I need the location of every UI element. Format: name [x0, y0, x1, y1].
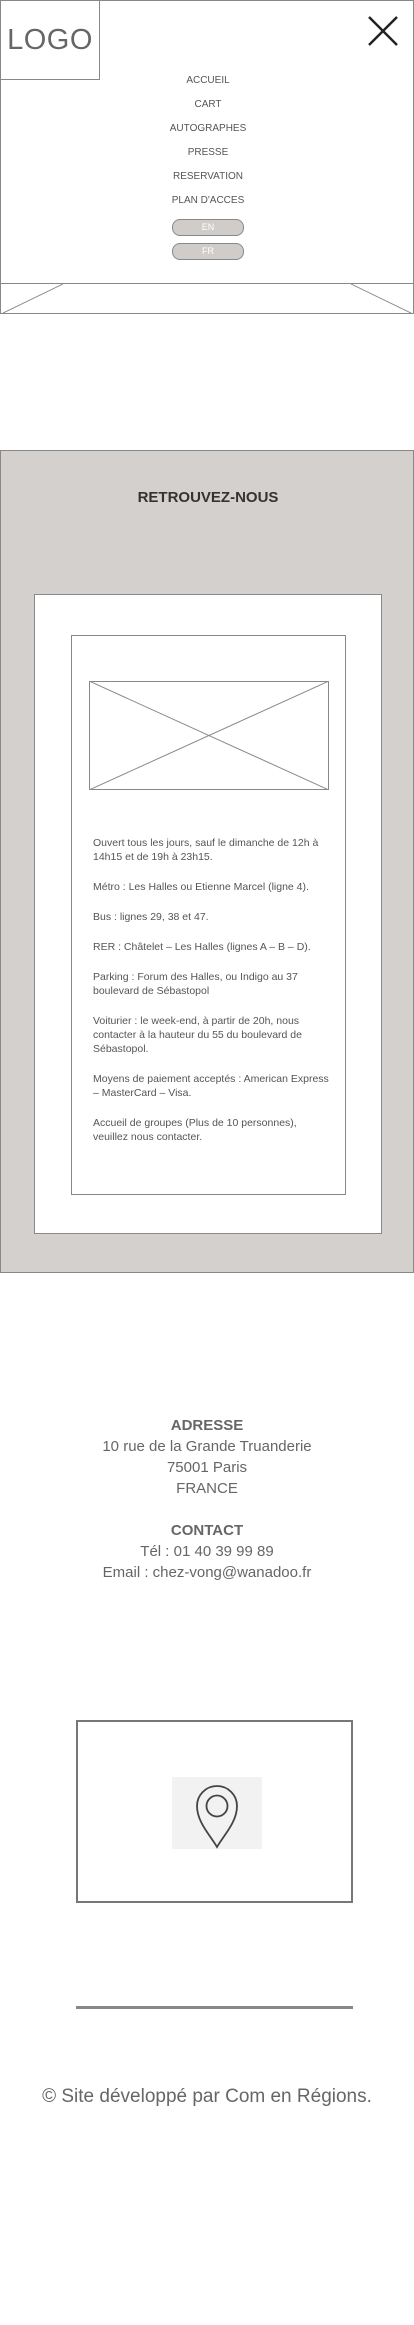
nav-item-presse[interactable]: PRESSE: [188, 143, 229, 167]
footer-divider: [76, 2006, 353, 2009]
address-line-city: 75001 Paris: [166, 1459, 248, 1476]
info-card: Ouvert tous les jours, sauf le dimanche …: [71, 635, 346, 1195]
contact-email[interactable]: Email : chez-vong@wanadoo.fr: [0, 1562, 414, 1583]
image-placeholder: [89, 681, 329, 790]
info-card-outer: Ouvert tous les jours, sauf le dimanche …: [34, 594, 382, 1234]
info-hours: Ouvert tous les jours, sauf le dimanche …: [93, 837, 319, 863]
nav-item-cart[interactable]: CART: [194, 95, 221, 119]
nav-item-plan-acces[interactable]: PLAN D'ACCES: [172, 191, 245, 215]
address-heading: ADRESSE: [170, 1417, 244, 1434]
section-title: RETROUVEZ-NOUS: [137, 489, 279, 506]
address-line-street: 10 rue de la Grande Truanderie: [102, 1438, 312, 1455]
info-groups: Accueil de groupes (Plus de 10 personnes…: [93, 1117, 297, 1143]
info-rer: RER : Châtelet – Les Halles (lignes A – …: [93, 941, 311, 953]
lang-button-en[interactable]: EN: [172, 219, 244, 236]
logo[interactable]: LOGO: [1, 1, 100, 80]
info-metro: Métro : Les Halles ou Etienne Marcel (li…: [93, 881, 309, 893]
copyright-text: © Site développé par Com en Régions.: [42, 2086, 372, 2107]
nav-item-autographes[interactable]: AUTOGRAPHES: [170, 119, 247, 143]
address-line-country: FRANCE: [176, 1480, 238, 1497]
close-icon[interactable]: [367, 15, 399, 47]
lang-button-fr[interactable]: FR: [172, 243, 244, 260]
main-nav: ACCUEIL CART AUTOGRAPHES PRESSE RESERVAT…: [1, 71, 414, 260]
info-parking: Parking : Forum des Halles, ou Indigo au…: [93, 971, 298, 997]
nav-item-reservation[interactable]: RESERVATION: [173, 167, 243, 191]
logo-text: LOGO: [7, 23, 93, 56]
location-pin-icon: [172, 1777, 262, 1849]
map-placeholder[interactable]: [76, 1720, 353, 1903]
info-valet: Voiturier : le week-end, à partir de 20h…: [93, 1015, 302, 1055]
info-list: Ouvert tous les jours, sauf le dimanche …: [93, 836, 329, 1160]
header-bottom-bar: [1, 283, 413, 314]
contact-phone[interactable]: Tél : 01 40 39 99 89: [0, 1541, 414, 1562]
nav-item-accueil[interactable]: ACCUEIL: [186, 71, 229, 95]
info-payment: Moyens de paiement acceptés : American E…: [93, 1073, 329, 1099]
contact-heading: CONTACT: [170, 1522, 244, 1539]
info-bus: Bus : lignes 29, 38 et 47.: [93, 911, 209, 923]
find-us-section: RETROUVEZ-NOUS Ouvert tous les jours, sa…: [0, 450, 414, 1273]
address-section: ADRESSE 10 rue de la Grande Truanderie 7…: [0, 1415, 414, 1583]
site-header: LOGO ACCUEIL CART AUTOGRAPHES PRESSE RES…: [0, 0, 414, 314]
